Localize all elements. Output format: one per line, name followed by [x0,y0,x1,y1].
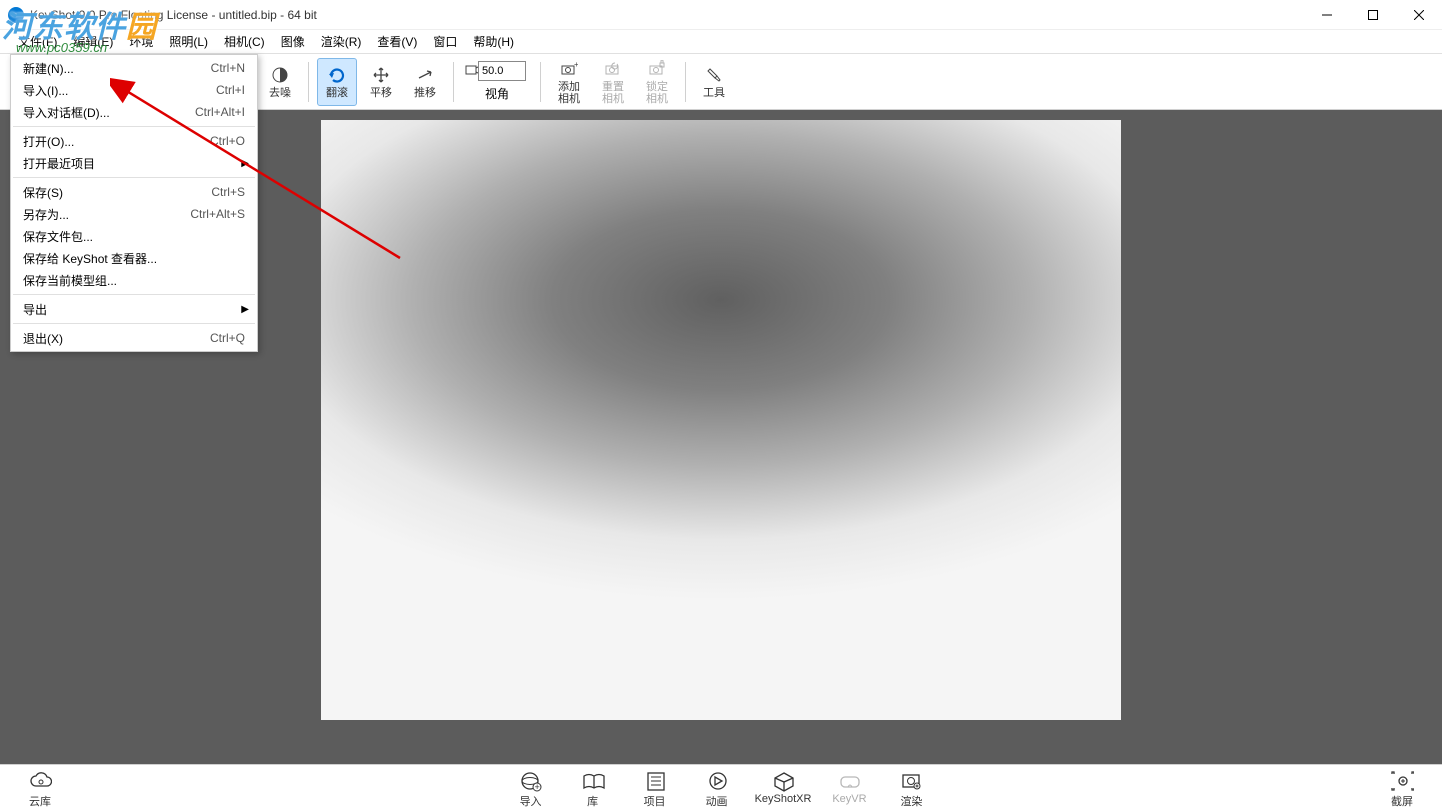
dropdown-item[interactable]: 保存文件包... [11,225,257,247]
svg-text:+: + [574,60,578,69]
dropdown-item[interactable]: 保存当前模型组... [11,269,257,291]
menu-edit[interactable]: 编辑(E) [65,30,121,53]
tumble-icon [327,65,347,85]
menu-environment[interactable]: 环境 [121,30,161,53]
lock-camera-icon [647,60,667,80]
reset-camera-icon [603,60,623,80]
dropdown-separator [13,177,255,178]
dropdown-item[interactable]: 导入(I)...Ctrl+I [11,79,257,101]
screenshot-icon [1390,769,1414,793]
keyshotxr-button[interactable]: KeyShotXR [755,769,812,809]
window-title: KeyShot 9.0 Pro Floating License - untit… [30,8,317,22]
add-camera-icon: + [559,60,579,80]
dropdown-shortcut: Ctrl+Alt+I [195,105,245,119]
submenu-arrow-icon: ▶ [241,158,249,169]
toolbar-separator [453,62,454,102]
reset-camera-button[interactable]: 重置 相机 [593,58,633,106]
dropdown-separator [13,126,255,127]
dropdown-item-label: 保存当前模型组... [23,272,245,289]
dropdown-shortcut: Ctrl+S [211,185,245,199]
fov-label: 视角 [485,85,509,102]
library-button[interactable]: 库 [569,769,617,809]
dropdown-shortcut: Ctrl+I [216,83,245,97]
dropdown-item[interactable]: 另存为...Ctrl+Alt+S [11,203,257,225]
dropdown-item[interactable]: 新建(N)...Ctrl+N [11,57,257,79]
dropdown-item-label: 保存文件包... [23,228,245,245]
dropdown-item[interactable]: 导出▶ [11,298,257,320]
dropdown-item[interactable]: 保存(S)Ctrl+S [11,181,257,203]
pan-icon [371,65,391,85]
dropdown-item-label: 保存给 KeyShot 查看器... [23,250,245,267]
toolbar-separator [540,62,541,102]
denoise-icon [270,65,290,85]
cloud-icon [28,769,52,793]
menu-help[interactable]: 帮助(H) [465,30,522,53]
dropdown-shortcut: Ctrl+Q [210,331,245,345]
menu-view[interactable]: 查看(V) [369,30,425,53]
minimize-button[interactable] [1304,0,1350,30]
toolbar-separator [308,62,309,102]
menu-window[interactable]: 窗口 [425,30,465,53]
dropdown-item-label: 导入(I)... [23,82,216,99]
menu-render[interactable]: 渲染(R) [313,30,370,53]
titlebar: KeyShot 9.0 Pro Floating License - untit… [0,0,1442,30]
tools-button[interactable]: 工具 [694,58,734,106]
denoise-button[interactable]: 去噪 [260,58,300,106]
import-icon: + [519,769,543,793]
render-icon [899,769,923,793]
dropdown-item[interactable]: 导入对话框(D)...Ctrl+Alt+I [11,101,257,123]
close-button[interactable] [1396,0,1442,30]
project-icon [643,769,667,793]
tools-icon [704,65,724,85]
fov-input[interactable] [478,61,526,81]
render-view[interactable] [321,120,1121,720]
pan-button[interactable]: 平移 [361,58,401,106]
menu-file[interactable]: 文件(F) [10,30,65,53]
xr-icon [771,769,795,793]
menu-camera[interactable]: 相机(C) [216,30,273,53]
screenshot-button[interactable]: 截屏 [1378,769,1426,809]
dolly-button[interactable]: 推移 [405,58,445,106]
keyvr-button[interactable]: KeyVR [825,769,873,809]
dropdown-item-label: 打开(O)... [23,133,210,150]
lock-camera-button[interactable]: 锁定 相机 [637,58,677,106]
animation-icon [705,769,729,793]
dropdown-item[interactable]: 保存给 KeyShot 查看器... [11,247,257,269]
dropdown-shortcut: Ctrl+O [210,134,245,148]
dropdown-item-label: 另存为... [23,206,190,223]
dropdown-shortcut: Ctrl+N [211,61,245,75]
dropdown-item[interactable]: 打开(O)...Ctrl+O [11,130,257,152]
menu-image[interactable]: 图像 [273,30,313,53]
vr-icon [837,769,861,793]
render-button[interactable]: 渲染 [887,769,935,809]
menu-lighting[interactable]: 照明(L) [161,30,216,53]
dropdown-item-label: 导入对话框(D)... [23,104,195,121]
dropdown-item[interactable]: 打开最近项目▶ [11,152,257,174]
file-dropdown: 新建(N)...Ctrl+N导入(I)...Ctrl+I导入对话框(D)...C… [10,54,258,352]
animation-button[interactable]: 动画 [693,769,741,809]
dropdown-item-label: 保存(S) [23,184,211,201]
dropdown-item-label: 新建(N)... [23,60,211,77]
svg-text:+: + [534,782,539,792]
submenu-arrow-icon: ▶ [241,304,249,315]
add-camera-button[interactable]: + 添加 相机 [549,58,589,106]
project-button[interactable]: 项目 [631,769,679,809]
tumble-button[interactable]: 翻滚 [317,58,357,106]
dropdown-shortcut: Ctrl+Alt+S [190,207,245,221]
dropdown-separator [13,294,255,295]
bottombar: 云库 + 导入 库 项目 动画 KeyShotXR KeyVR 渲染 [0,764,1442,812]
maximize-button[interactable] [1350,0,1396,30]
menubar: 文件(F) 编辑(E) 环境 照明(L) 相机(C) 图像 渲染(R) 查看(V… [0,30,1442,54]
toolbar-separator [685,62,686,102]
app-icon [8,7,24,23]
dolly-icon [415,65,435,85]
dropdown-separator [13,323,255,324]
dropdown-item-label: 导出 [23,301,245,318]
cloud-library-button[interactable]: 云库 [16,769,64,809]
dropdown-item[interactable]: 退出(X)Ctrl+Q [11,327,257,349]
import-button[interactable]: + 导入 [507,769,555,809]
library-icon [581,769,605,793]
dropdown-item-label: 退出(X) [23,330,210,347]
dropdown-item-label: 打开最近项目 [23,155,245,172]
